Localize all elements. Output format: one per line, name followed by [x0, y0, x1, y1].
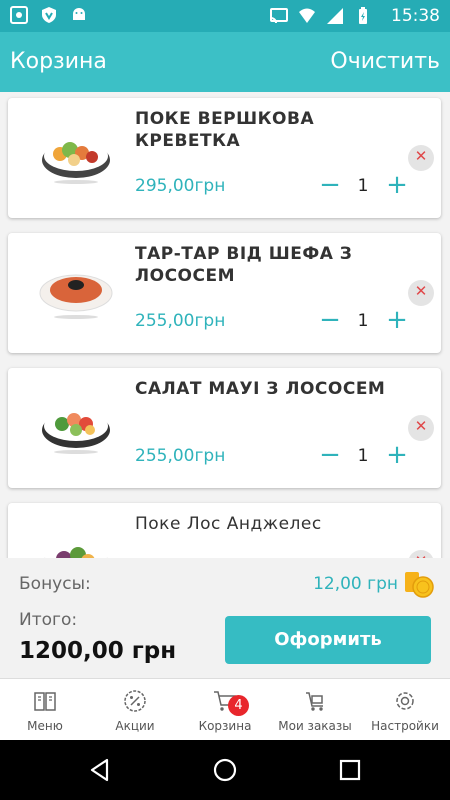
product-image [42, 411, 110, 454]
close-icon: ✕ [414, 282, 428, 300]
coins-icon [405, 572, 434, 598]
decrease-quantity-button[interactable]: − [318, 440, 342, 470]
recents-icon[interactable] [337, 757, 363, 783]
back-icon[interactable] [87, 757, 113, 783]
increase-quantity-button[interactable]: + [385, 305, 409, 335]
clock: 15:38 [391, 6, 440, 26]
remove-item-button[interactable]: ✕ [408, 415, 434, 441]
screenshot-icon [10, 6, 28, 24]
product-name: САЛАТ МАУІ З ЛОСОСЕМ [135, 379, 386, 399]
checkout-button[interactable]: Оформить [225, 616, 431, 664]
orders-cart-icon [306, 692, 323, 711]
clear-cart-button[interactable]: Очистить [330, 49, 440, 74]
battery-icon [359, 7, 367, 24]
system-navigation-bar [0, 740, 450, 800]
product-name: ПОКЕ ВЕРШКОВА КРЕВЕТКА [135, 109, 315, 151]
nav-label: Мои заказы [278, 719, 352, 733]
nav-item-promotions[interactable]: Акции [90, 679, 180, 741]
product-name: ТАР-ТАР ВІД ШЕФА З ЛОСОСЕМ [135, 244, 353, 286]
nav-label: Корзина [198, 719, 252, 733]
remove-item-button[interactable]: ✕ [408, 280, 434, 306]
decrease-quantity-button[interactable]: − [318, 170, 342, 200]
product-name: Поке Лос Анджелес [135, 514, 322, 534]
page-title: Корзина [10, 49, 107, 74]
remove-item-button[interactable]: ✕ [408, 145, 434, 171]
quantity-value: 1 [357, 311, 369, 331]
home-icon[interactable] [212, 757, 238, 783]
cart-item: Поке Лос Анджелес ✕ [8, 503, 441, 558]
android-icon [73, 8, 85, 20]
nav-item-settings[interactable]: Настройки [360, 679, 450, 741]
quantity-value: 1 [357, 176, 369, 196]
system-status-icons [270, 7, 372, 25]
remove-item-button[interactable]: ✕ [408, 550, 434, 558]
cart-item: САЛАТ МАУІ З ЛОСОСЕМ 255,00грн − 1 + ✕ [8, 368, 441, 488]
product-price: 255,00грн [135, 446, 226, 466]
bonus-value: 12,00 грн [313, 574, 398, 594]
product-image [42, 141, 110, 184]
cart-item: ПОКЕ ВЕРШКОВА КРЕВЕТКА 295,00грн − 1 + ✕ [8, 98, 441, 218]
close-icon: ✕ [414, 417, 428, 435]
total-label: Итого: [19, 610, 78, 630]
increase-quantity-button[interactable]: + [385, 170, 409, 200]
app-bar: Корзина Очистить [0, 32, 450, 92]
nav-item-my-orders[interactable]: Мои заказы [270, 679, 360, 741]
shield-icon [42, 7, 56, 23]
status-bar: 15:38 [0, 0, 450, 32]
product-price: 295,00грн [135, 176, 226, 196]
product-image [39, 274, 113, 319]
nav-item-cart[interactable]: 4 Корзина [180, 679, 270, 741]
bottom-navigation: Меню Акции 4 Корзина Мои заказы Настройк… [0, 678, 450, 741]
cart-list[interactable]: ПОКЕ ВЕРШКОВА КРЕВЕТКА 295,00грн − 1 + ✕… [0, 92, 450, 558]
cart-item: ТАР-ТАР ВІД ШЕФА З ЛОСОСЕМ 255,00грн − 1… [8, 233, 441, 353]
menu-book-icon [34, 692, 56, 711]
signal-icon [327, 8, 343, 24]
percent-badge-icon [124, 690, 146, 712]
increase-quantity-button[interactable]: + [385, 440, 409, 470]
nav-item-menu[interactable]: Меню [0, 679, 90, 741]
total-value: 1200,00 грн [19, 638, 177, 664]
decrease-quantity-button[interactable]: − [318, 305, 342, 335]
quantity-value: 1 [357, 446, 369, 466]
order-summary: Бонусы: 12,00 грн Итого: 1200,00 грн Офо… [0, 558, 450, 678]
nav-label: Настройки [371, 719, 439, 733]
close-icon: ✕ [414, 147, 428, 165]
bonus-label: Бонусы: [19, 574, 91, 594]
product-image [44, 546, 108, 558]
nav-label: Меню [27, 719, 63, 733]
notification-icons [10, 6, 88, 24]
cart-count-badge: 4 [228, 695, 249, 716]
cast-icon [270, 8, 288, 24]
wifi-icon [299, 8, 315, 23]
gear-icon [396, 692, 414, 710]
nav-label: Акции [115, 719, 155, 733]
product-price: 255,00грн [135, 311, 226, 331]
